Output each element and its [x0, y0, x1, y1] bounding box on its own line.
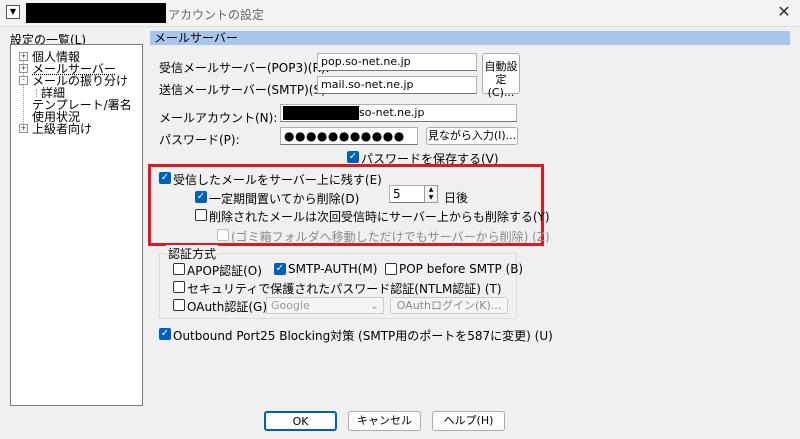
days-input[interactable]: 5: [389, 185, 425, 203]
delete-after-period-label: 一定期間置いてから削除(D): [209, 192, 360, 206]
account-field[interactable]: so-net.ne.jp: [280, 104, 517, 122]
system-menu-icon[interactable]: ▼: [6, 5, 20, 19]
delete-after-period-checkbox[interactable]: ✓: [195, 191, 207, 203]
password-field[interactable]: ●●●●●●●●●●●: [280, 127, 418, 145]
expand-icon[interactable]: +: [19, 52, 28, 61]
section-title: メールサーバー: [150, 31, 790, 45]
auto-config-button[interactable]: 自動設 定(C)...: [482, 53, 520, 99]
trash-only-label: (ゴミ箱フォルダへ移動しただけでもサーバーから削除) (Z): [231, 230, 550, 244]
window-title: アカウントの設定: [168, 8, 265, 22]
smtp-auth-checkbox[interactable]: ✓: [274, 263, 286, 275]
oauth-provider-value: Google: [271, 299, 310, 312]
days-spinner[interactable]: ▲ ▼: [424, 185, 438, 203]
pop-label: 受信メールサーバー(POP3)(R):: [159, 61, 330, 75]
pop-before-smtp-checkbox[interactable]: [385, 263, 397, 275]
leave-on-server-label: 受信したメールをサーバー上に残す(E): [173, 173, 382, 187]
leave-on-server-checkbox[interactable]: ✓: [159, 172, 171, 184]
days-unit-label: 日後: [444, 191, 469, 205]
oauth-login-button[interactable]: OAuthログイン(K)...: [390, 297, 508, 314]
account-label: メールアカウント(N):: [159, 111, 278, 125]
auto-config-label-1: 自動設: [484, 60, 518, 73]
ntlm-label: セキュリティで保護されたパスワード認証(NTLM認証) (T): [187, 282, 502, 296]
collapse-icon[interactable]: -: [19, 76, 28, 85]
smtp-server-field[interactable]: mail.so-net.ne.jp: [317, 76, 477, 94]
auth-group-title: 認証方式: [166, 245, 219, 262]
redacted-account-id: [283, 106, 359, 120]
trash-only-checkbox[interactable]: [217, 229, 229, 241]
cancel-button[interactable]: キャンセル: [348, 411, 421, 431]
outbound-port25-checkbox[interactable]: ✓: [159, 328, 171, 340]
delete-when-deleted-label: 削除されたメールは次回受信時にサーバー上からも削除する(Y): [209, 210, 550, 224]
ok-button[interactable]: OK: [264, 411, 337, 431]
oauth-provider-select[interactable]: Google ⌄: [266, 297, 384, 314]
close-icon[interactable]: ✕: [774, 2, 794, 22]
delete-when-deleted-checkbox[interactable]: [195, 209, 207, 221]
password-label: パスワード(P):: [159, 133, 240, 147]
save-password-checkbox[interactable]: ✓: [347, 151, 359, 163]
expand-icon[interactable]: +: [19, 124, 28, 133]
chevron-down-icon: ⌄: [369, 299, 379, 312]
smtp-auth-label: SMTP-AUTH(M): [288, 262, 378, 276]
expand-icon[interactable]: +: [19, 64, 28, 73]
ntlm-checkbox[interactable]: [173, 281, 185, 293]
auto-config-label-2: 定(C)...: [487, 73, 515, 99]
help-button[interactable]: ヘルプ(H): [432, 411, 505, 431]
oauth-checkbox[interactable]: [173, 299, 185, 311]
show-password-button[interactable]: 見ながら入力(I)...: [426, 127, 518, 145]
apop-label: APOP認証(O): [187, 264, 262, 278]
apop-checkbox[interactable]: [173, 263, 185, 275]
account-domain: so-net.ne.jp: [359, 106, 425, 119]
pop-server-field[interactable]: pop.so-net.ne.jp: [317, 53, 477, 71]
pop-before-smtp-label: POP before SMTP (B): [399, 262, 524, 276]
settings-tree[interactable]: + 個人情報 + メールサーバー - メールの振り分け 詳細 テンプレート/署名…: [10, 44, 143, 406]
outbound-port25-label: Outbound Port25 Blocking対策 (SMTP用のポートを58…: [173, 329, 553, 343]
tree-item-advanced[interactable]: 上級者向け: [32, 120, 92, 137]
oauth-label: OAuth認証(G): [187, 300, 268, 314]
redacted-account-name: [26, 3, 166, 23]
smtp-label: 送信メールサーバー(SMTP)(S):: [159, 83, 330, 97]
